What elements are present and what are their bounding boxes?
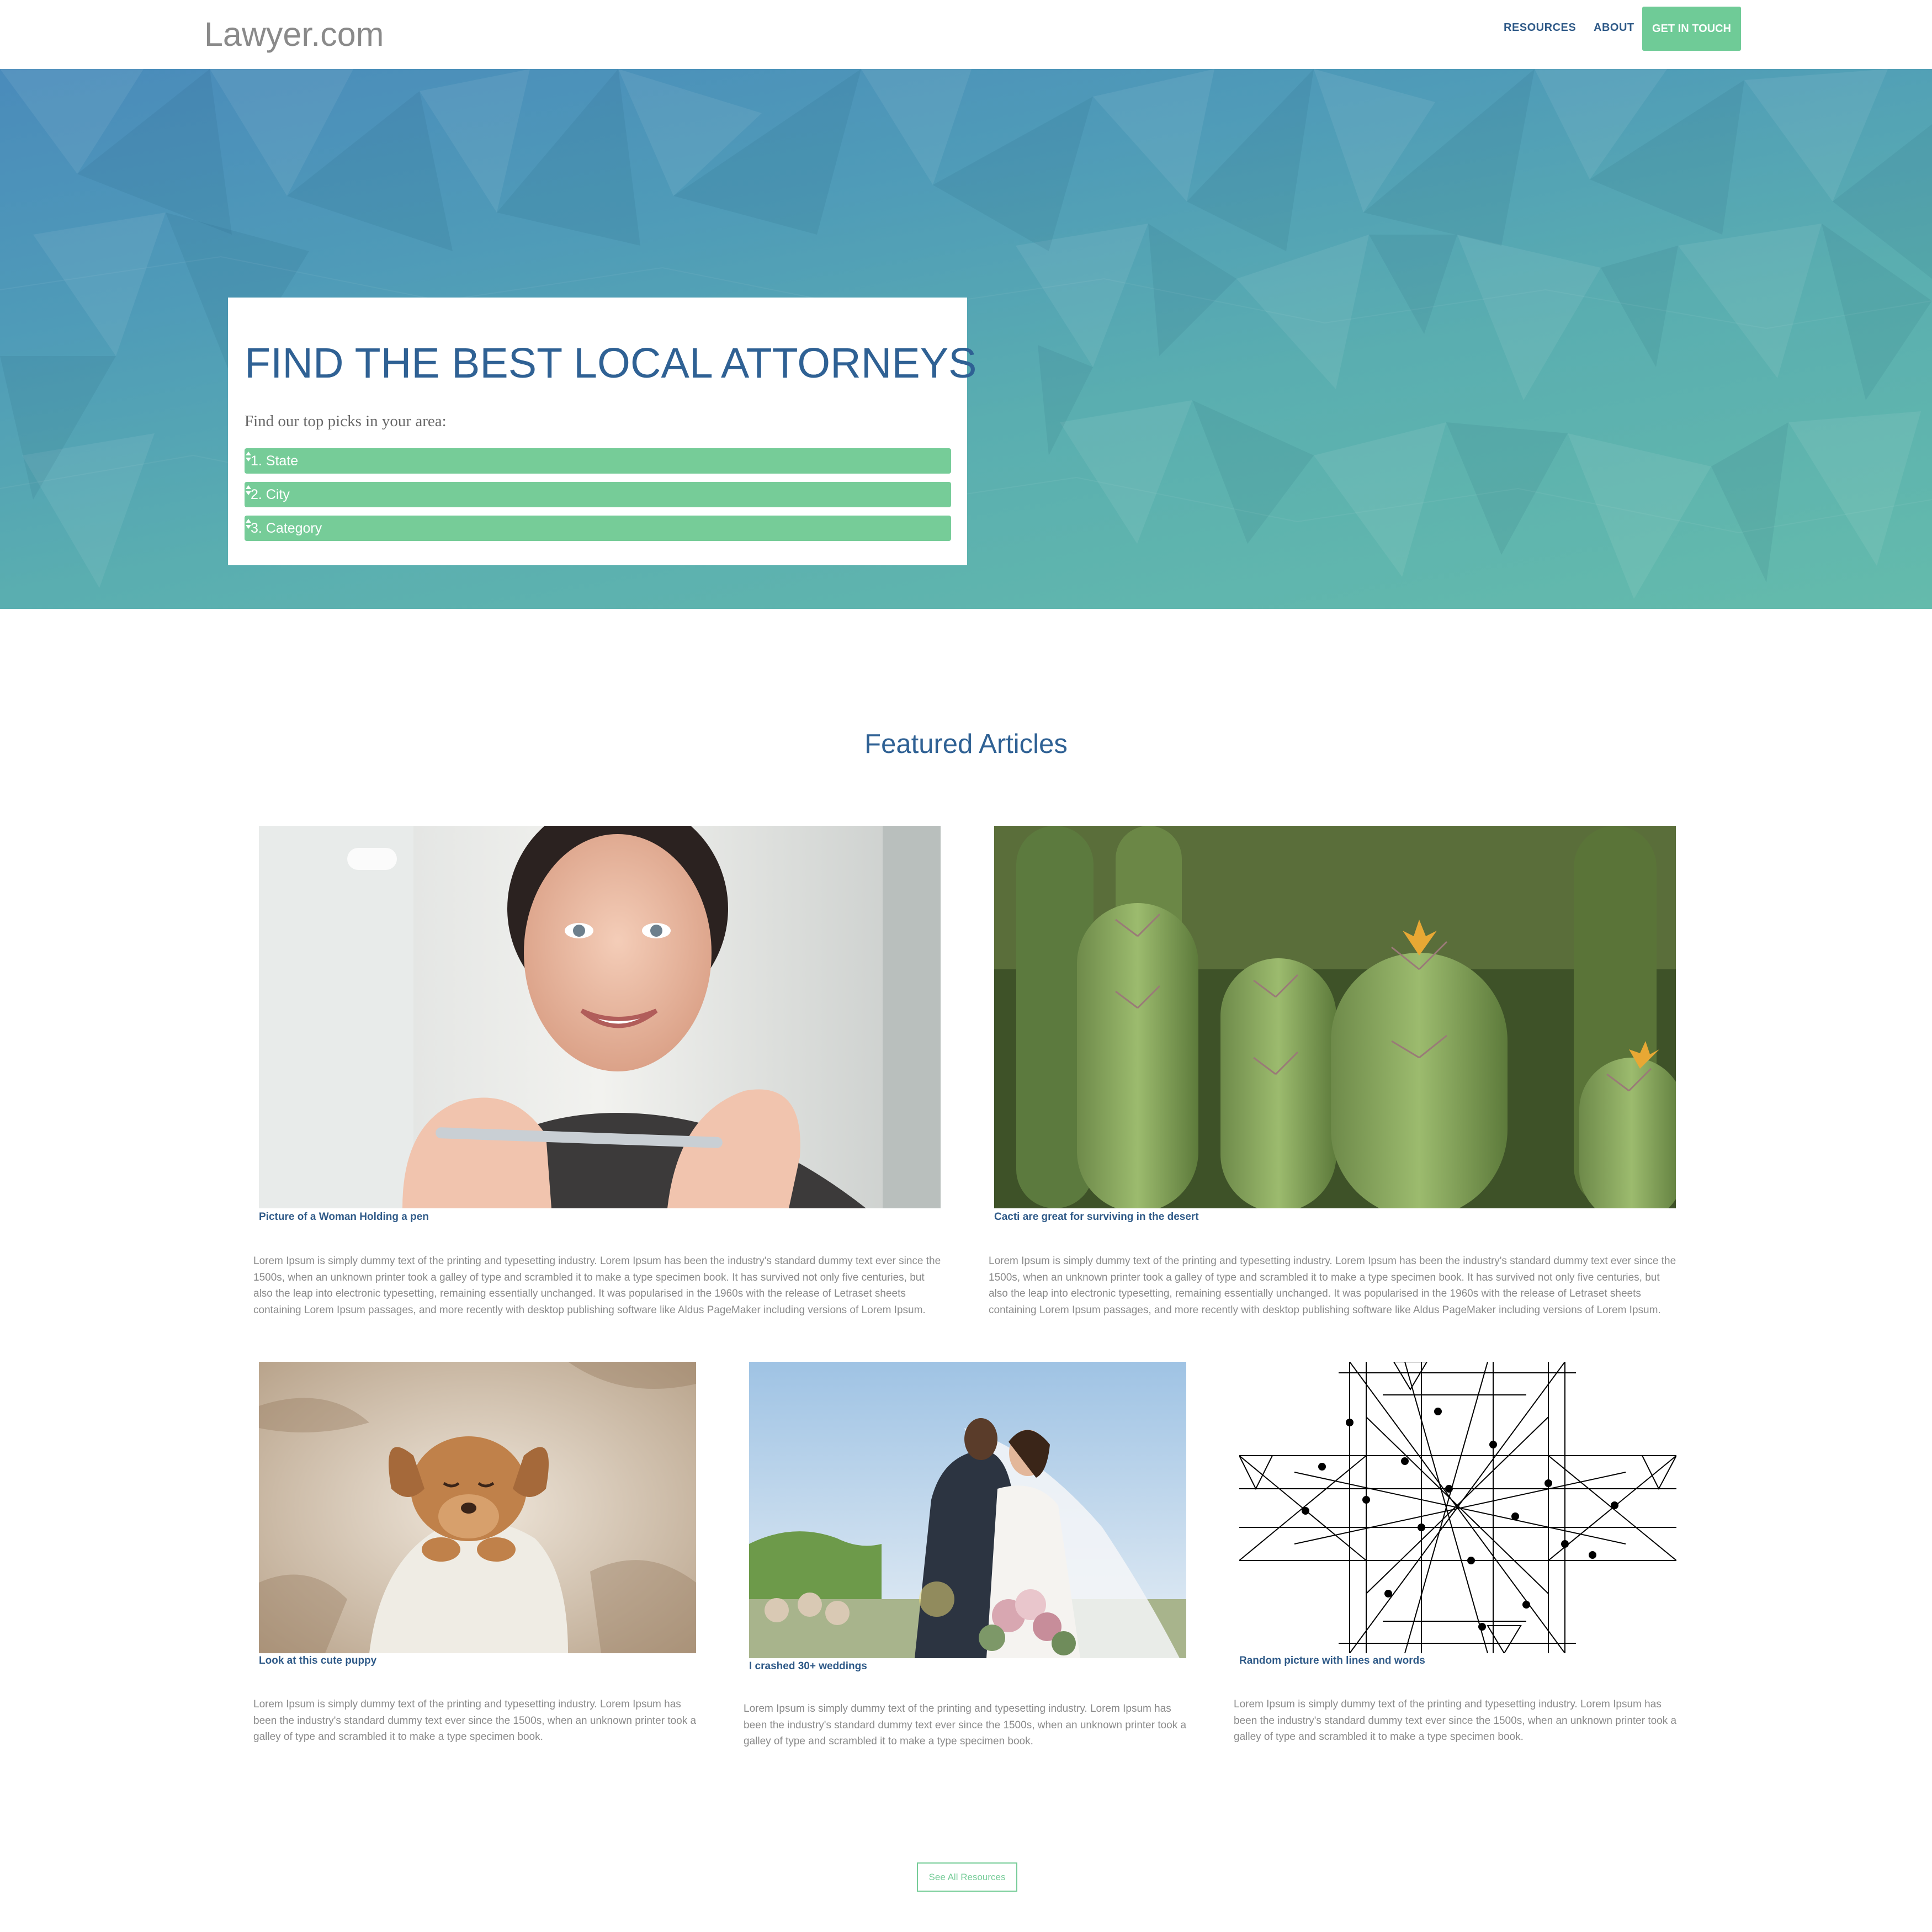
article-caption[interactable]: I crashed 30+ weddings <box>749 1660 867 1673</box>
select-arrows-icon <box>246 519 251 529</box>
city-select[interactable]: 2. City <box>245 482 951 507</box>
article-excerpt: Lorem Ipsum is simply dummy text of the … <box>253 1255 941 1316</box>
select-arrows-icon <box>246 485 251 495</box>
article-card[interactable]: Look at this cute puppy Lorem Ipsum is s… <box>253 1362 696 1759</box>
nav-link-resources[interactable]: RESOURCES <box>1504 20 1576 35</box>
category-select-label: 3. Category <box>251 521 322 536</box>
article-excerpt: Lorem Ipsum is simply dummy text of the … <box>1234 1699 1677 1743</box>
cactus-photo[interactable] <box>994 826 1676 1208</box>
select-arrows-icon <box>246 452 251 461</box>
state-select[interactable]: 1. State <box>245 448 951 474</box>
article-card[interactable]: Picture of a Woman Holding a pen Lorem I… <box>253 826 941 1323</box>
article-excerpt: Lorem Ipsum is simply dummy text of the … <box>744 1703 1187 1747</box>
featured-articles-title: Featured Articles <box>864 729 1068 759</box>
site-logo[interactable]: Lawyer.com <box>204 14 384 54</box>
hero-banner: FIND THE BEST LOCAL ATTORNEYS Find our t… <box>0 69 1932 609</box>
article-caption[interactable]: Cacti are great for surviving in the des… <box>994 1211 1199 1223</box>
hero-subtitle: Find our top picks in your area: <box>245 412 447 430</box>
city-select-label: 2. City <box>251 487 290 502</box>
article-caption[interactable]: Look at this cute puppy <box>259 1655 376 1667</box>
article-excerpt: Lorem Ipsum is simply dummy text of the … <box>253 1699 697 1743</box>
article-card[interactable]: Random picture with lines and words Lore… <box>1234 1362 1676 1759</box>
category-select[interactable]: 3. Category <box>245 516 951 541</box>
article-card[interactable]: Cacti are great for surviving in the des… <box>989 826 1676 1323</box>
attorney-search-card: FIND THE BEST LOCAL ATTORNEYS Find our t… <box>228 298 976 565</box>
top-navbar: Lawyer.com RESOURCES ABOUT GET IN TOUCH <box>0 0 1932 69</box>
nav-link-about[interactable]: ABOUT <box>1594 20 1634 35</box>
puppy-photo[interactable] <box>259 1362 696 1653</box>
article-caption[interactable]: Random picture with lines and words <box>1239 1655 1425 1667</box>
article-card[interactable]: I crashed 30+ weddings Lorem Ipsum is si… <box>744 1362 1186 1759</box>
woman-with-pen-photo[interactable] <box>259 826 941 1208</box>
hero-title: FIND THE BEST LOCAL ATTORNEYS <box>245 339 977 387</box>
article-caption[interactable]: Picture of a Woman Holding a pen <box>259 1211 429 1223</box>
see-all-resources-button[interactable]: See All Resources <box>917 1862 1017 1892</box>
state-select-label: 1. State <box>251 453 299 469</box>
wedding-photo[interactable] <box>749 1362 1186 1658</box>
get-in-touch-button[interactable]: GET IN TOUCH <box>1642 7 1741 51</box>
article-excerpt: Lorem Ipsum is simply dummy text of the … <box>989 1255 1676 1316</box>
lines-diagram-picture[interactable] <box>1239 1362 1676 1653</box>
